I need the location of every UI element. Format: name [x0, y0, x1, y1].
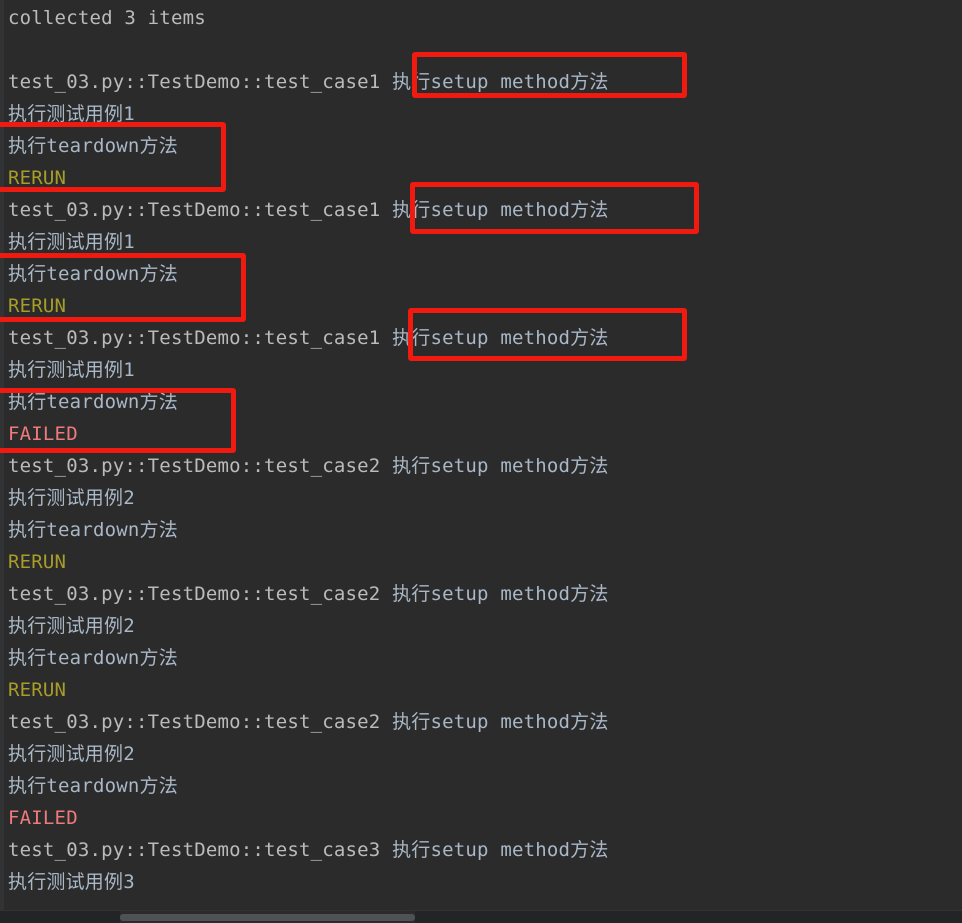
line-segment-failed: FAILED	[8, 423, 78, 445]
line-segment-failed: FAILED	[8, 807, 78, 829]
line-segment-normal: collected 3 items	[8, 7, 206, 29]
scrollbar-track-left	[0, 911, 120, 923]
console-line-output: 执行teardown方法	[0, 386, 962, 418]
console-line-status: RERUN	[0, 162, 962, 194]
line-segment-cjk: 执行测试用例2	[8, 615, 135, 637]
console-line-status: RERUN	[0, 290, 962, 322]
scrollbar-thumb[interactable]	[120, 914, 415, 921]
line-segment-normal: test_03.py::TestDemo::test_case2	[8, 583, 393, 605]
line-segment-cjk: 执行setup method方法	[392, 71, 609, 93]
console-line-summary: collected 3 items	[0, 2, 962, 34]
line-segment-cjk: 执行测试用例1	[8, 231, 135, 253]
line-segment-cjk: 执行测试用例3	[8, 871, 135, 893]
console-line-output: 执行测试用例1	[0, 354, 962, 386]
console-line-testcase: test_03.py::TestDemo::test_case2 执行setup…	[0, 706, 962, 738]
line-segment-normal	[8, 39, 20, 61]
line-segment-cjk: 执行teardown方法	[8, 263, 178, 285]
console-line-output: 执行测试用例3	[0, 866, 962, 898]
line-segment-rerun: RERUN	[8, 167, 67, 189]
horizontal-scrollbar[interactable]	[0, 910, 962, 923]
console-line-testcase: test_03.py::TestDemo::test_case1 执行setup…	[0, 194, 962, 226]
line-segment-normal: test_03.py::TestDemo::test_case2	[8, 711, 393, 733]
console-line-blank	[0, 34, 962, 66]
console-line-list: collected 3 items test_03.py::TestDemo::…	[0, 0, 962, 898]
line-segment-cjk: 执行setup method方法	[392, 583, 609, 605]
console-line-output: 执行teardown方法	[0, 258, 962, 290]
line-segment-cjk: 执行teardown方法	[8, 775, 178, 797]
line-segment-cjk: 执行测试用例1	[8, 359, 135, 381]
line-segment-cjk: 执行teardown方法	[8, 135, 178, 157]
console-line-testcase: test_03.py::TestDemo::test_case2 执行setup…	[0, 578, 962, 610]
console-line-status: FAILED	[0, 418, 962, 450]
line-segment-cjk: 执行setup method方法	[392, 711, 609, 733]
line-segment-cjk: 执行setup method方法	[392, 839, 609, 861]
console-line-status: RERUN	[0, 674, 962, 706]
console-line-output: 执行测试用例2	[0, 738, 962, 770]
console-line-testcase: test_03.py::TestDemo::test_case2 执行setup…	[0, 450, 962, 482]
console-line-output: 执行teardown方法	[0, 514, 962, 546]
console-line-output: 执行测试用例2	[0, 610, 962, 642]
console-line-output: 执行测试用例1	[0, 98, 962, 130]
line-segment-normal: test_03.py::TestDemo::test_case2	[8, 455, 393, 477]
console-line-status: RERUN	[0, 546, 962, 578]
line-segment-cjk: 执行teardown方法	[8, 647, 178, 669]
pytest-console-output[interactable]: collected 3 items test_03.py::TestDemo::…	[0, 0, 962, 923]
console-line-testcase: test_03.py::TestDemo::test_case1 执行setup…	[0, 66, 962, 98]
line-segment-cjk: 执行测试用例1	[8, 103, 135, 125]
line-segment-cjk: 执行setup method方法	[392, 327, 609, 349]
line-segment-cjk: 执行测试用例2	[8, 743, 135, 765]
line-segment-cjk: 执行teardown方法	[8, 391, 178, 413]
line-segment-rerun: RERUN	[8, 679, 67, 701]
line-segment-cjk: 执行setup method方法	[392, 455, 609, 477]
line-segment-normal: test_03.py::TestDemo::test_case1	[8, 327, 393, 349]
console-line-status: FAILED	[0, 802, 962, 834]
line-segment-normal: test_03.py::TestDemo::test_case1	[8, 71, 393, 93]
line-segment-cjk: 执行teardown方法	[8, 519, 178, 541]
console-line-output: 执行teardown方法	[0, 770, 962, 802]
line-segment-cjk: 执行setup method方法	[392, 199, 609, 221]
console-line-output: 执行teardown方法	[0, 130, 962, 162]
scrollbar-track-right	[415, 911, 962, 923]
line-segment-rerun: RERUN	[8, 295, 67, 317]
console-line-testcase: test_03.py::TestDemo::test_case3 执行setup…	[0, 834, 962, 866]
console-line-output: 执行teardown方法	[0, 642, 962, 674]
console-line-output: 执行测试用例2	[0, 482, 962, 514]
line-segment-rerun: RERUN	[8, 551, 67, 573]
line-segment-normal: test_03.py::TestDemo::test_case3	[8, 839, 393, 861]
line-segment-normal: test_03.py::TestDemo::test_case1	[8, 199, 393, 221]
console-line-testcase: test_03.py::TestDemo::test_case1 执行setup…	[0, 322, 962, 354]
line-segment-cjk: 执行测试用例2	[8, 487, 135, 509]
console-line-output: 执行测试用例1	[0, 226, 962, 258]
